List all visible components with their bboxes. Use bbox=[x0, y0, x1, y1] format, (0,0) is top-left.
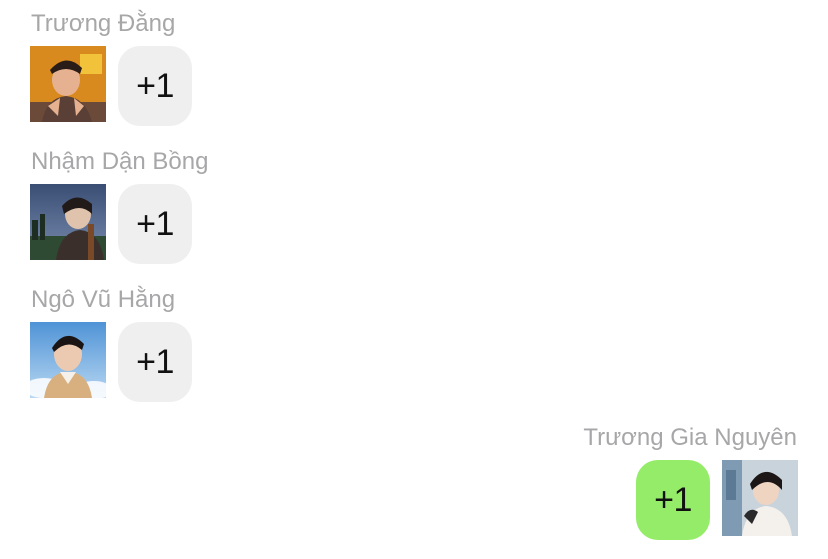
message-bubble[interactable]: +1 bbox=[118, 322, 192, 402]
avatar-own[interactable] bbox=[722, 460, 798, 536]
avatar-image bbox=[30, 322, 106, 398]
avatar-image bbox=[30, 46, 106, 122]
avatar-image bbox=[30, 184, 106, 260]
sender-name: Trương Đằng bbox=[31, 10, 176, 37]
message-bubble-own[interactable]: +1 bbox=[636, 460, 710, 540]
avatar[interactable] bbox=[30, 184, 106, 260]
avatar[interactable] bbox=[30, 46, 106, 122]
message-bubble[interactable]: +1 bbox=[118, 46, 192, 126]
sender-name: Trương Gia Nguyên bbox=[583, 424, 797, 451]
sender-name: Ngô Vũ Hằng bbox=[31, 286, 176, 313]
avatar[interactable] bbox=[30, 322, 106, 398]
sender-name: Nhậm Dận Bồng bbox=[31, 148, 209, 175]
message-bubble[interactable]: +1 bbox=[118, 184, 192, 264]
avatar-image bbox=[722, 460, 798, 536]
